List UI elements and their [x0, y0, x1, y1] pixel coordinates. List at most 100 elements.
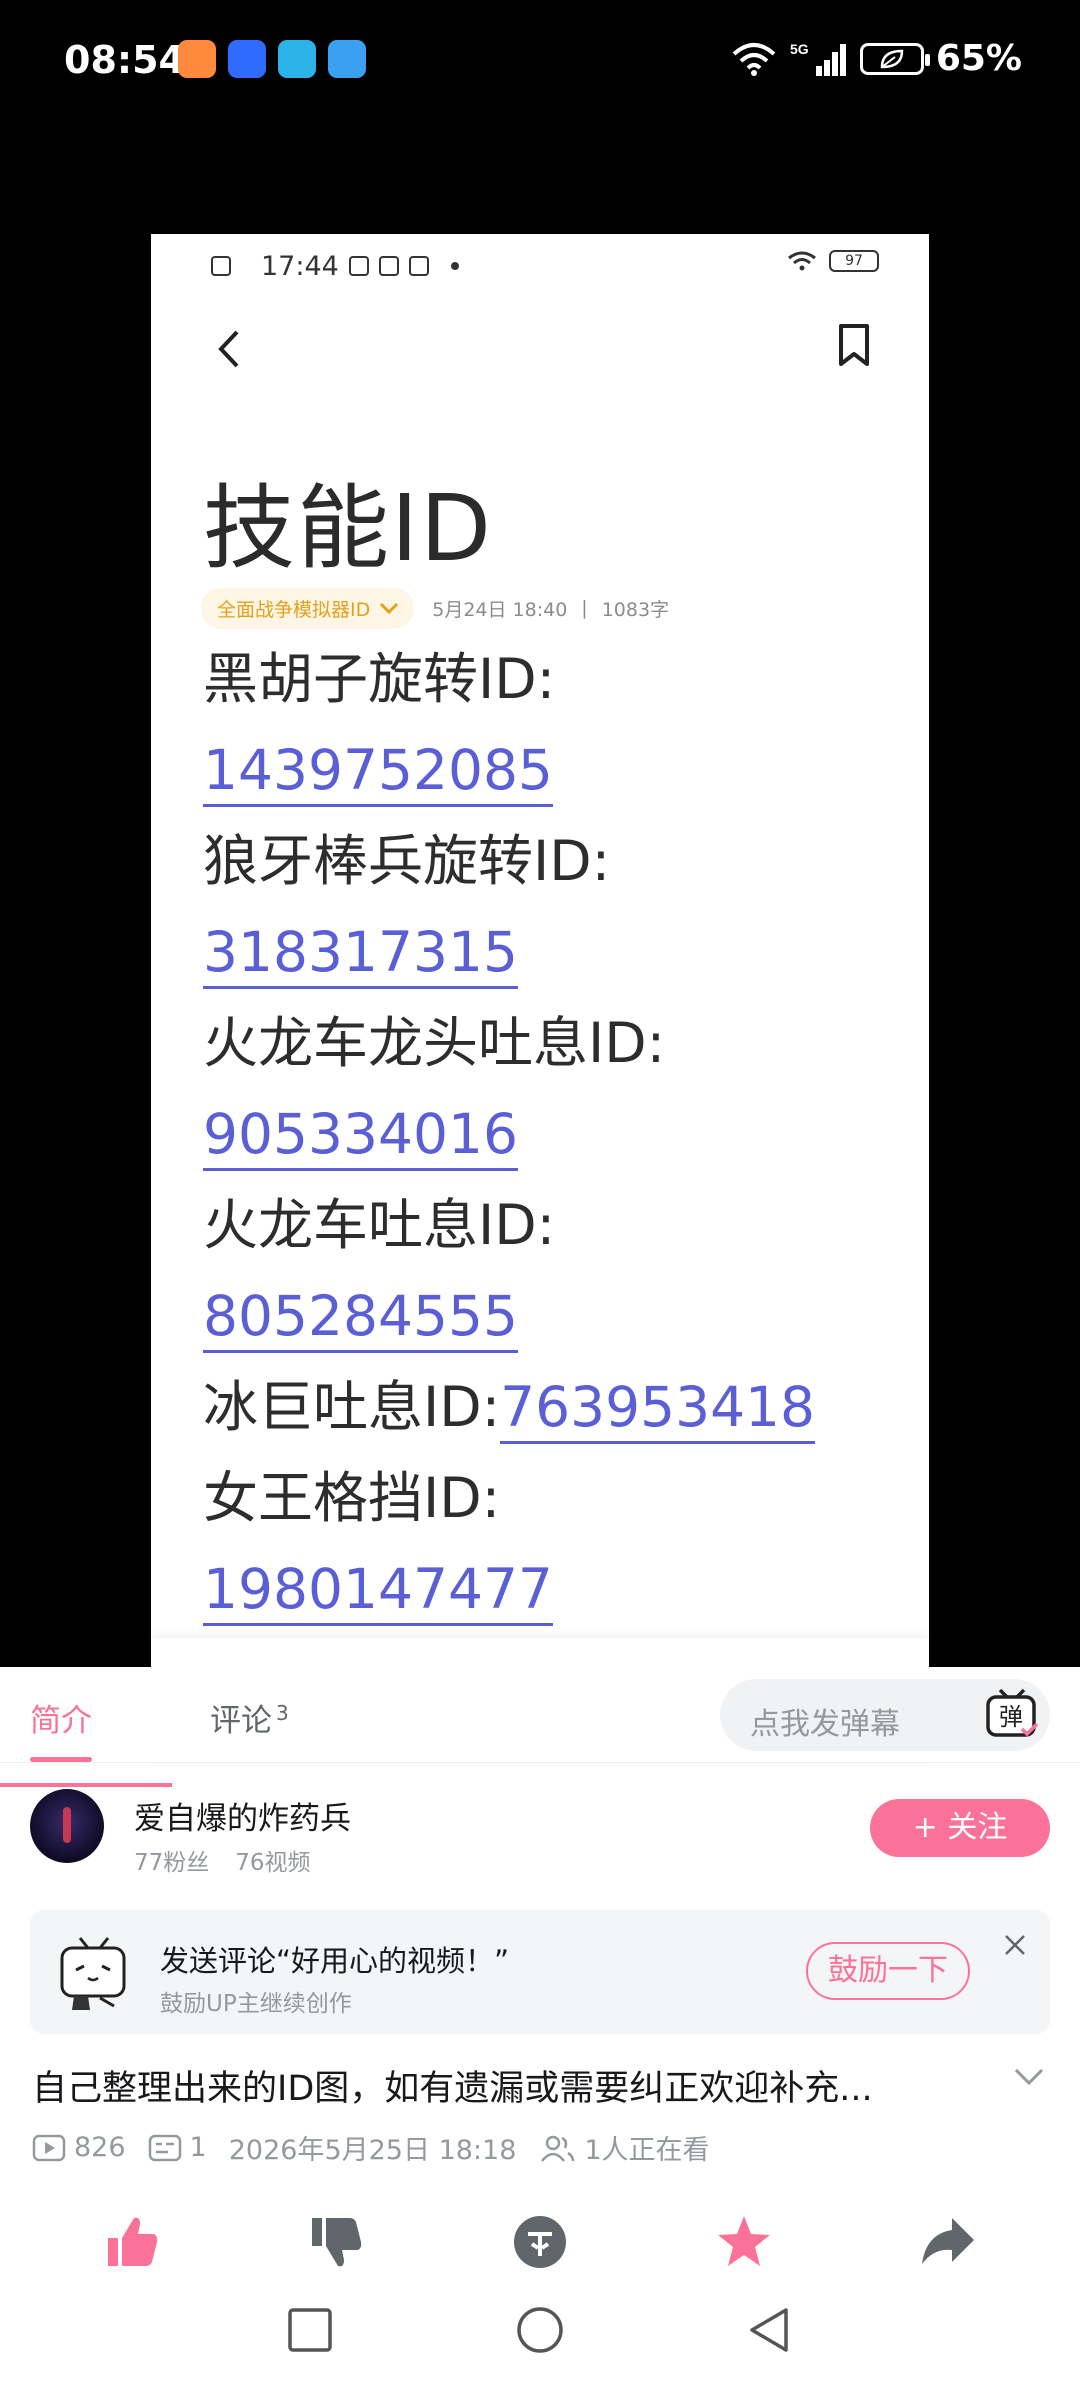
encourage-button[interactable]: 鼓励一下 [806, 1942, 970, 2000]
system-status-bar: 08:54 5G 65% [0, 0, 1080, 124]
home-icon[interactable] [514, 2304, 566, 2356]
wifi-icon [730, 40, 778, 78]
note-label: 狼牙棒兵旋转ID: [203, 829, 611, 893]
follow-button[interactable]: + 关注 [870, 1799, 1050, 1857]
folder-pill: 全面战争模拟器ID [201, 587, 415, 629]
app-notification-icon [228, 40, 266, 78]
clock: 08:54 [64, 38, 185, 82]
id-link: 318317315 [203, 920, 518, 989]
note-meta: 全面战争模拟器ID 5月24日 18:40 | 1083字 [201, 587, 670, 629]
danmaku-count-icon [148, 2134, 181, 2161]
coin-icon[interactable] [510, 2212, 570, 2272]
note-line: 黑胡子旋转ID: [203, 634, 903, 725]
publish-date: 2026年5月25日 18:18 [228, 2135, 517, 2166]
id-link: 1439752085 [203, 738, 553, 807]
danmaku-placeholder: 点我发弹幕 [750, 1707, 900, 1742]
note-line: 女王格挡ID: [203, 1453, 903, 1544]
id-link: 763953418 [500, 1375, 816, 1444]
note-line: 318317315 [203, 907, 903, 998]
tab-intro[interactable]: 简介 [30, 1695, 92, 1762]
close-icon[interactable] [1002, 1932, 1028, 1958]
note-label: 女王格挡ID: [203, 1466, 501, 1530]
svg-text:5G: 5G [790, 41, 809, 57]
svg-text:弹: 弹 [999, 1703, 1023, 1731]
frame-battery: 97 [829, 250, 879, 272]
danmaku-count: 1 [148, 2132, 207, 2163]
view-count-value: 826 [74, 2132, 126, 2163]
play-count-icon [32, 2134, 66, 2161]
view-count: 826 [32, 2132, 126, 2163]
frame-app-icon [348, 256, 369, 276]
video-player[interactable]: 17:44 97 技能ID 全面战争模拟器ID 5月24日 18:40 | 10… [0, 124, 1080, 1790]
encourage-title: 发送评论“好用心的视频！” [160, 1944, 510, 1978]
battery-percent: 65% [935, 38, 1022, 79]
frame-wifi-icon [788, 251, 816, 271]
id-link: 805284555 [203, 1284, 518, 1353]
chevron-down-icon[interactable] [1012, 2066, 1046, 2088]
frame-clock: 17:44 [261, 250, 339, 282]
video-title[interactable]: 自己整理出来的ID图，如有遗漏或需要纠正欢迎补充... [32, 2060, 992, 2111]
notification-icons [178, 40, 366, 78]
danmaku-input[interactable]: 点我发弹幕 弹 [720, 1679, 1050, 1751]
tab-comments[interactable]: 评论 3 [210, 1695, 289, 1740]
frame-dot [450, 262, 459, 270]
note-line: 火龙车吐息ID: [203, 1180, 903, 1271]
chevron-down-icon [380, 602, 399, 615]
note-line: 狼牙棒兵旋转ID: [203, 816, 903, 907]
note-line: 火龙车龙头吐息ID: [203, 998, 903, 1089]
favorite-star-icon[interactable] [714, 2212, 774, 2272]
note-label: 黑胡子旋转ID: [203, 647, 556, 711]
note-body: 黑胡子旋转ID: 1439752085 狼牙棒兵旋转ID: 318317315 … [203, 634, 903, 1635]
dislike-icon[interactable] [306, 2212, 366, 2272]
like-icon[interactable] [102, 2212, 162, 2272]
note-line: 1439752085 [203, 725, 903, 816]
frame-back-icon [218, 330, 239, 368]
battery-icon [859, 42, 930, 75]
note-label: 冰巨吐息ID: [203, 1375, 501, 1439]
avatar[interactable] [30, 1789, 104, 1863]
id-link: 1980147477 [203, 1557, 553, 1626]
danmaku-toggle-icon[interactable]: 弹 [982, 1685, 1042, 1745]
note-date: 5月24日 18:40 [432, 598, 568, 621]
uploader-row: 爱自爆的炸药兵 77粉丝 76视频 + 关注 [0, 1763, 1080, 1883]
uploader-name[interactable]: 爱自爆的炸药兵 [134, 1793, 351, 1838]
frame-app-icon [211, 256, 231, 276]
action-bar [0, 2200, 1080, 2284]
tv-mascot-icon [60, 1937, 126, 2010]
encourage-subtitle: 鼓励UP主继续创作 [160, 1991, 352, 2017]
uploader-stats: 77粉丝 76视频 [134, 1843, 311, 1877]
note-label: 火龙车吐息ID: [203, 1193, 556, 1257]
id-link: 905334016 [203, 1102, 518, 1171]
folder-name: 全面战争模拟器ID [217, 598, 371, 621]
tab-comments-label: 评论 [210, 1703, 272, 1739]
watching-now-value: 1人正在看 [584, 2135, 710, 2166]
recents-icon[interactable] [284, 2304, 336, 2356]
encourage-card: 发送评论“好用心的视频！” 鼓励UP主继续创作 鼓励一下 [30, 1910, 1050, 2034]
app-notification-icon [178, 40, 216, 78]
weather-icon [328, 40, 366, 78]
status-right: 5G 65% [730, 38, 1022, 79]
danmaku-count-value: 1 [189, 2132, 207, 2163]
people-icon [541, 2135, 575, 2162]
note-line: 805284555 [203, 1271, 903, 1362]
detail-tabs: 简介 评论 3 点我发弹幕 弹 [0, 1667, 1080, 1763]
video-count: 76视频 [235, 1850, 311, 1876]
watching-now: 1人正在看 [538, 2128, 710, 2167]
comment-count: 3 [276, 1700, 289, 1725]
note-label: 火龙车龙头吐息ID: [203, 1011, 666, 1075]
video-frame-note-screenshot: 17:44 97 技能ID 全面战争模拟器ID 5月24日 18:40 | 10… [151, 234, 929, 1790]
system-nav-bar [0, 2284, 1080, 2383]
note-word-count: 1083字 [601, 598, 670, 621]
meta-separator: | [581, 597, 588, 619]
back-icon[interactable] [744, 2304, 796, 2356]
share-icon[interactable] [918, 2212, 978, 2272]
note-line: 905334016 [203, 1089, 903, 1180]
frame-bookmark-icon [839, 324, 869, 366]
app-notification-icon [278, 40, 316, 78]
note-line: 冰巨吐息ID:763953418 [203, 1362, 903, 1453]
frame-app-icon [408, 256, 429, 276]
fans-count: 77粉丝 [134, 1850, 210, 1876]
note-title: 技能ID [203, 475, 493, 582]
frame-app-icon [378, 256, 399, 276]
signal-icon: 5G [790, 40, 848, 78]
